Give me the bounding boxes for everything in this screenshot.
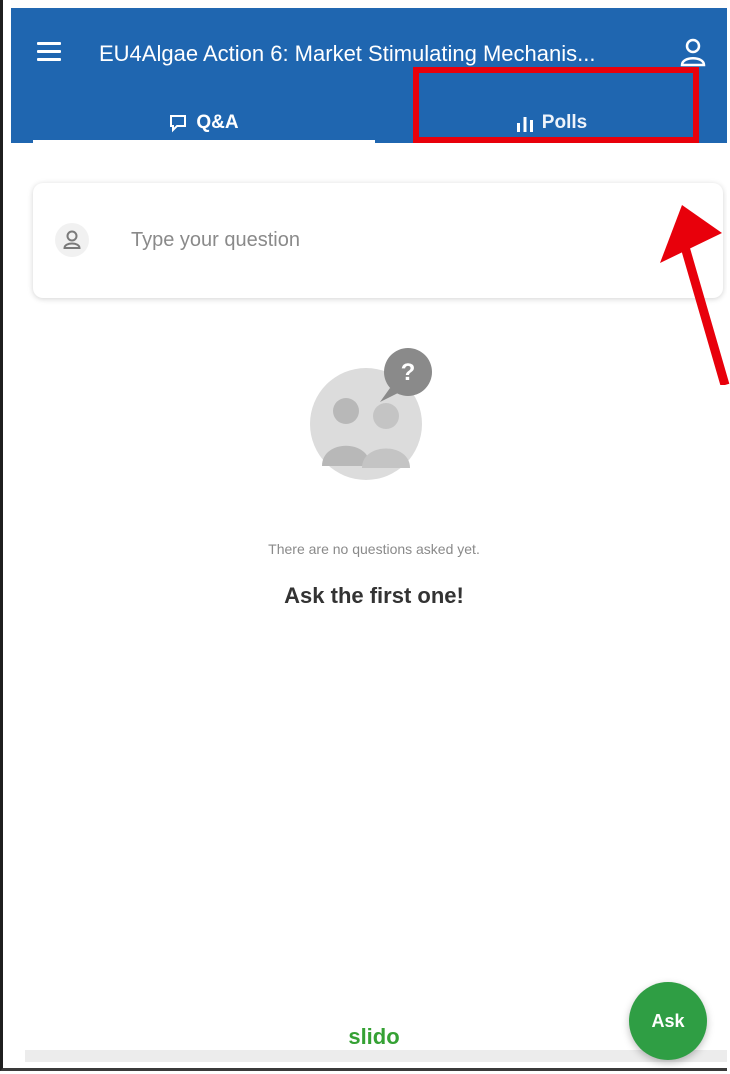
empty-state-message: There are no questions asked yet. — [268, 541, 480, 557]
footer-bar — [25, 1050, 727, 1062]
chat-icon — [168, 113, 188, 133]
svg-text:?: ? — [401, 359, 416, 386]
tab-qa[interactable]: Q&A — [31, 103, 376, 143]
event-title: EU4Algae Action 6: Market Stimulating Me… — [99, 41, 596, 66]
annotation-arrow — [660, 205, 730, 385]
active-tab-indicator — [33, 140, 375, 144]
app-frame: EU4Algae Action 6: Market Stimulating Me… — [0, 0, 727, 1071]
user-icon[interactable] — [679, 38, 707, 68]
top-bar — [11, 0, 727, 8]
menu-icon[interactable] — [37, 42, 61, 64]
question-input[interactable]: Type your question — [33, 183, 723, 298]
ask-button[interactable]: Ask — [629, 982, 707, 1060]
question-placeholder: Type your question — [131, 229, 300, 251]
highlight-box — [413, 67, 699, 143]
people-question-icon: ? — [310, 348, 432, 480]
slido-logo: slido — [348, 1024, 400, 1049]
tab-qa-label: Q&A — [196, 112, 239, 133]
user-icon — [55, 223, 89, 257]
empty-state-cta: Ask the first one! — [284, 583, 464, 608]
